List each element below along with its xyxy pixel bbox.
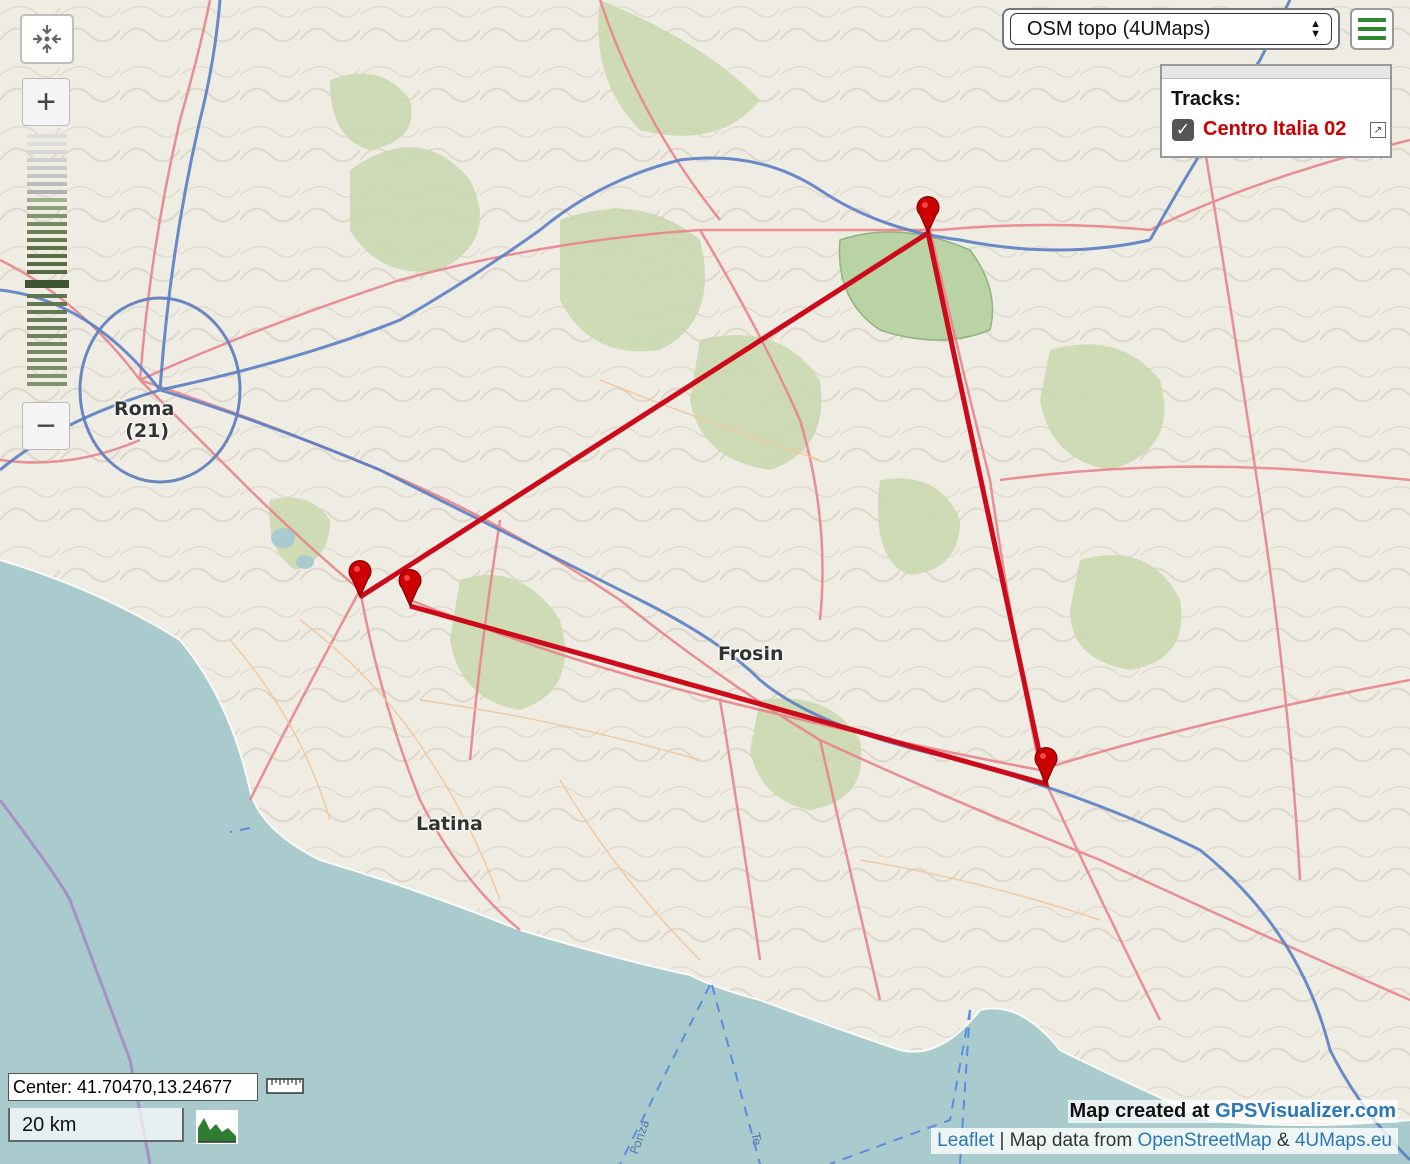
track-name[interactable]: Centro Italia 02 [1203,118,1346,141]
openstreetmap-link[interactable]: OpenStreetMap [1137,1130,1271,1151]
ruler-icon[interactable] [266,1074,304,1098]
track-checkbox[interactable]: ✓ [1172,119,1194,141]
leaflet-link[interactable]: Leaflet [937,1130,994,1151]
tracks-title: Tracks: [1171,88,1242,110]
place-label-latina: Latina [416,813,483,835]
hamburger-menu-icon-bar [1358,36,1386,40]
locate-icon [33,25,61,53]
menu-button[interactable] [1350,8,1394,50]
layer-select-value: OSM topo (4UMaps) [1027,17,1211,40]
layer-select-container: OSM topo (4UMaps) ▲ ▼ [1002,8,1340,50]
zoom-slider-handle[interactable] [25,280,69,288]
ferry-label-te: Te [748,1131,765,1147]
map-tiles [0,0,1410,1164]
place-label-frosinone: Frosin [718,643,784,665]
external-link-icon[interactable]: ↗ [1370,122,1386,138]
zoom-slider[interactable] [25,134,69,390]
4umaps-link[interactable]: 4UMaps.eu [1295,1130,1392,1151]
elevation-profile-icon[interactable] [196,1110,238,1144]
attribution-amp: & [1271,1130,1295,1151]
select-arrows-icon: ▲ ▼ [1310,18,1321,40]
zoom-in-button[interactable]: + [22,78,70,126]
hamburger-menu-icon [1358,18,1386,22]
locate-button[interactable] [20,14,74,64]
gpsvisualizer-link[interactable]: GPSVisualizer.com [1215,1100,1396,1122]
panel-drag-handle[interactable] [1162,66,1390,79]
attribution: Leaflet | Map data from OpenStreetMap & … [931,1128,1398,1154]
map-credit: Map created at GPSVisualizer.com [1067,1100,1398,1123]
zoom-out-button[interactable]: − [22,402,70,450]
map-view[interactable]: Roma (21) Frosin Latina Ponza Te [0,0,1410,1164]
place-label-roma: Roma (21) [114,398,175,442]
center-coordinates: Center: 41.70470,13.24677 [8,1073,258,1101]
hamburger-menu-icon-bar [1358,27,1386,31]
layer-select[interactable]: OSM topo (4UMaps) ▲ ▼ [1010,13,1332,45]
tracks-panel: Tracks: ✓ Centro Italia 02 ↗ [1160,64,1392,158]
attribution-separator: | Map data from [994,1130,1138,1151]
credit-prefix: Map created at [1069,1100,1216,1122]
scale-bar: 20 km [8,1108,184,1142]
